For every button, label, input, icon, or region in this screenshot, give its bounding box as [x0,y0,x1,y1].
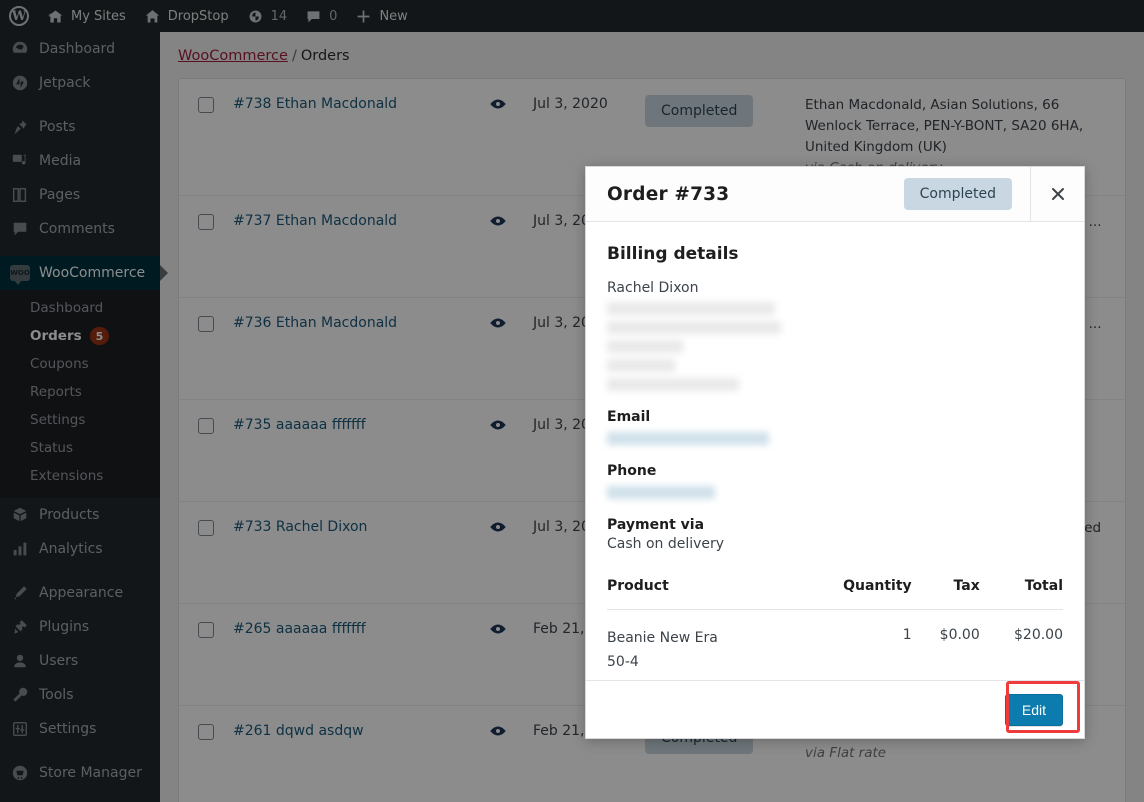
table-row: Beanie New Era 50-4 1 $0.00 $20.00 [607,610,1063,681]
billing-address-redacted [607,302,1063,391]
payment-via-value: Cash on delivery [607,536,725,552]
modal-status-cell: Completed [903,178,1030,210]
order-preview-modal: Order #733 Completed Billing details Rac… [585,166,1085,739]
email-label: Email [607,409,651,425]
order-items-table: Product Quantity Tax Total Beanie New Er… [607,578,1063,680]
col-header-total: Total [979,578,1063,610]
modal-body: Billing details Rachel Dixon Email Phone… [586,222,1084,680]
item-product-cell: Beanie New Era 50-4 [607,610,795,681]
redacted-line [607,340,683,353]
close-icon[interactable] [1030,166,1084,222]
redacted-line [607,378,739,391]
email-value-redacted [607,432,769,445]
edit-button[interactable]: Edit [1004,693,1063,726]
item-sku: 50-4 [607,653,639,670]
modal-title: Order #733 [607,183,730,205]
item-tax: $0.00 [939,627,980,643]
customer-name: Rachel Dixon [607,280,699,296]
item-total: $20.00 [1014,627,1063,643]
phone-value-redacted [607,486,715,499]
item-quantity: 1 [902,627,912,643]
modal-footer: Edit [586,680,1084,738]
billing-details-heading: Billing details [607,244,739,264]
modal-header: Order #733 Completed [586,166,1084,222]
redacted-line [607,359,675,372]
col-header-quantity: Quantity [795,578,912,610]
col-header-tax: Tax [911,578,980,610]
table-header-row: Product Quantity Tax Total [607,578,1063,610]
phone-label: Phone [607,463,657,479]
item-product-name: Beanie New Era [607,630,718,646]
redacted-line [607,321,781,334]
redacted-line [607,302,775,315]
status-badge: Completed [903,178,1012,210]
payment-via-label: Payment via [607,517,705,533]
col-header-product: Product [607,578,796,610]
